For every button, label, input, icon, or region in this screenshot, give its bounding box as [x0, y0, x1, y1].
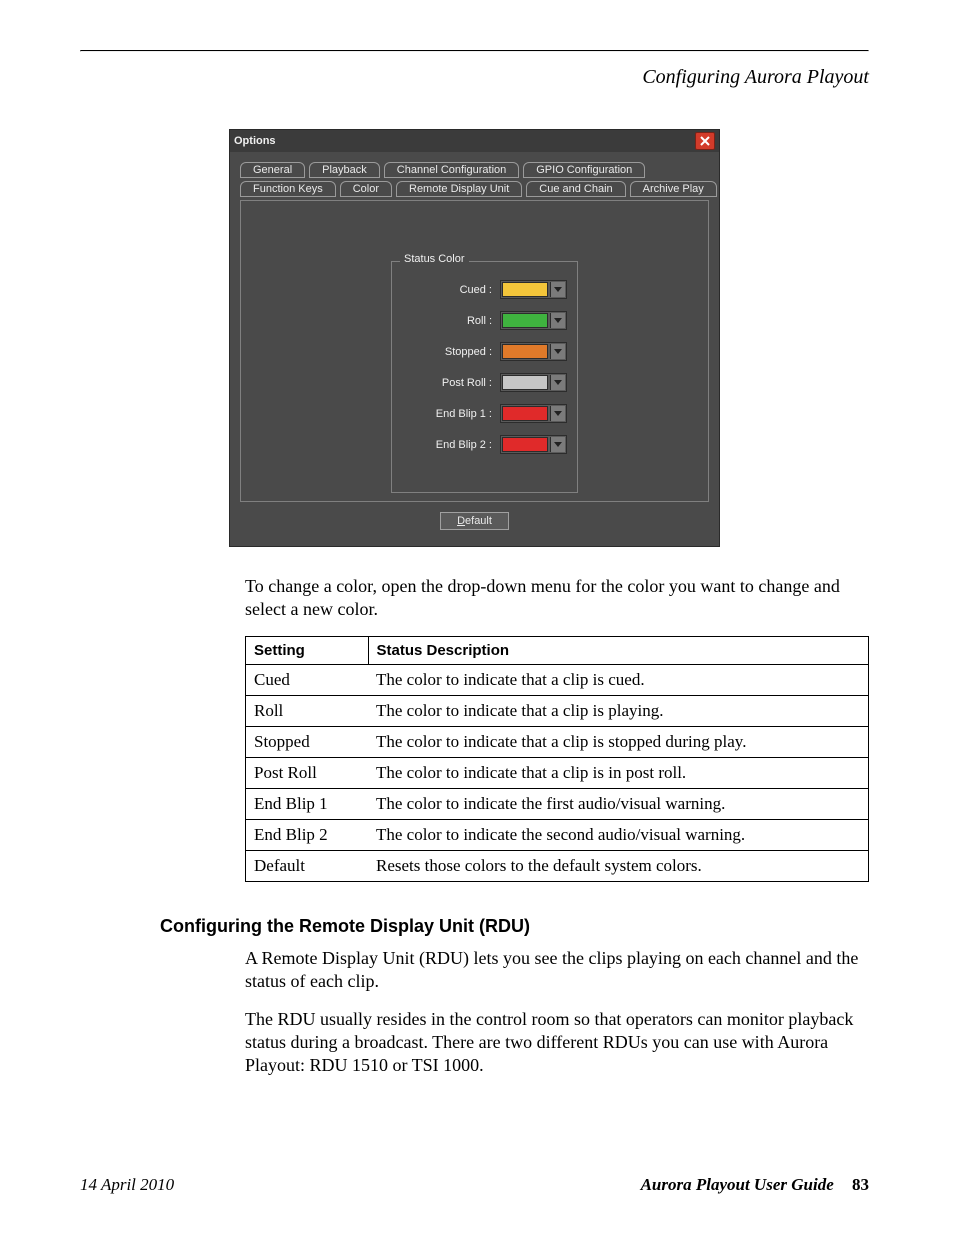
- rdu-para-1: A Remote Display Unit (RDU) lets you see…: [245, 947, 869, 994]
- tab-general[interactable]: General: [240, 162, 305, 178]
- footer-page-number: 83: [852, 1175, 869, 1194]
- chevron-down-icon: [550, 375, 565, 390]
- row-end-blip-1: End Blip 1 :: [392, 398, 577, 429]
- intro-paragraph: To change a color, open the drop-down me…: [245, 575, 869, 622]
- table-row: CuedThe color to indicate that a clip is…: [246, 664, 869, 695]
- top-rule: [80, 50, 869, 52]
- chevron-down-icon: [550, 406, 565, 421]
- settings-table: Setting Status Description CuedThe color…: [245, 636, 869, 882]
- color-picker-stopped[interactable]: [500, 342, 567, 361]
- status-color-group: Status Color Cued : Roll :: [391, 261, 578, 493]
- footer-date: 14 April 2010: [80, 1175, 174, 1195]
- tab-row-1: General Playback Channel Configuration G…: [240, 162, 709, 178]
- color-picker-roll[interactable]: [500, 311, 567, 330]
- label-post-roll: Post Roll :: [426, 377, 492, 389]
- row-post-roll: Post Roll :: [392, 367, 577, 398]
- table-row: RollThe color to indicate that a clip is…: [246, 695, 869, 726]
- label-cued: Cued :: [426, 284, 492, 296]
- label-roll: Roll :: [426, 315, 492, 327]
- table-row: End Blip 2The color to indicate the seco…: [246, 819, 869, 850]
- dialog-titlebar: Options: [230, 130, 719, 152]
- chevron-down-icon: [550, 437, 565, 452]
- swatch-cued: [502, 282, 548, 297]
- tab-archive-play[interactable]: Archive Play: [630, 181, 717, 197]
- table-row: StoppedThe color to indicate that a clip…: [246, 726, 869, 757]
- tab-remote-display-unit[interactable]: Remote Display Unit: [396, 181, 522, 197]
- row-cued: Cued :: [392, 274, 577, 305]
- color-picker-end-blip-1[interactable]: [500, 404, 567, 423]
- tab-playback[interactable]: Playback: [309, 162, 380, 178]
- swatch-end-blip-2: [502, 437, 548, 452]
- tab-cue-and-chain[interactable]: Cue and Chain: [526, 181, 625, 197]
- chevron-down-icon: [550, 282, 565, 297]
- section-heading: Configuring the Remote Display Unit (RDU…: [160, 916, 869, 937]
- swatch-post-roll: [502, 375, 548, 390]
- th-status-description: Status Description: [368, 636, 869, 664]
- table-row: End Blip 1The color to indicate the firs…: [246, 788, 869, 819]
- tab-function-keys[interactable]: Function Keys: [240, 181, 336, 197]
- footer-guide: Aurora Playout User Guide: [641, 1175, 834, 1194]
- swatch-end-blip-1: [502, 406, 548, 421]
- tab-gpio-configuration[interactable]: GPIO Configuration: [523, 162, 645, 178]
- dialog-title: Options: [234, 135, 276, 147]
- swatch-roll: [502, 313, 548, 328]
- default-button[interactable]: Default: [440, 512, 509, 530]
- table-row: Post RollThe color to indicate that a cl…: [246, 757, 869, 788]
- th-setting: Setting: [246, 636, 369, 664]
- label-end-blip-2: End Blip 2 :: [426, 439, 492, 451]
- tab-row-2: Function Keys Color Remote Display Unit …: [240, 181, 709, 197]
- panel-area: Status Color Cued : Roll :: [240, 200, 709, 502]
- color-picker-cued[interactable]: [500, 280, 567, 299]
- color-picker-end-blip-2[interactable]: [500, 435, 567, 454]
- running-head: Configuring Aurora Playout: [80, 66, 869, 89]
- default-button-rest: efault: [465, 515, 492, 527]
- chevron-down-icon: [550, 344, 565, 359]
- tab-color[interactable]: Color: [340, 181, 392, 197]
- rdu-para-2: The RDU usually resides in the control r…: [245, 1008, 869, 1078]
- page-footer: 14 April 2010 Aurora Playout User Guide …: [80, 1175, 869, 1195]
- color-picker-post-roll[interactable]: [500, 373, 567, 392]
- chevron-down-icon: [550, 313, 565, 328]
- options-dialog: Options General Playback Channel Configu…: [229, 129, 720, 547]
- row-roll: Roll :: [392, 305, 577, 336]
- table-row: DefaultResets those colors to the defaul…: [246, 850, 869, 881]
- row-stopped: Stopped :: [392, 336, 577, 367]
- tab-channel-configuration[interactable]: Channel Configuration: [384, 162, 519, 178]
- group-title: Status Color: [400, 253, 469, 265]
- label-end-blip-1: End Blip 1 :: [426, 408, 492, 420]
- label-stopped: Stopped :: [426, 346, 492, 358]
- close-icon[interactable]: [695, 132, 715, 150]
- swatch-stopped: [502, 344, 548, 359]
- row-end-blip-2: End Blip 2 :: [392, 429, 577, 460]
